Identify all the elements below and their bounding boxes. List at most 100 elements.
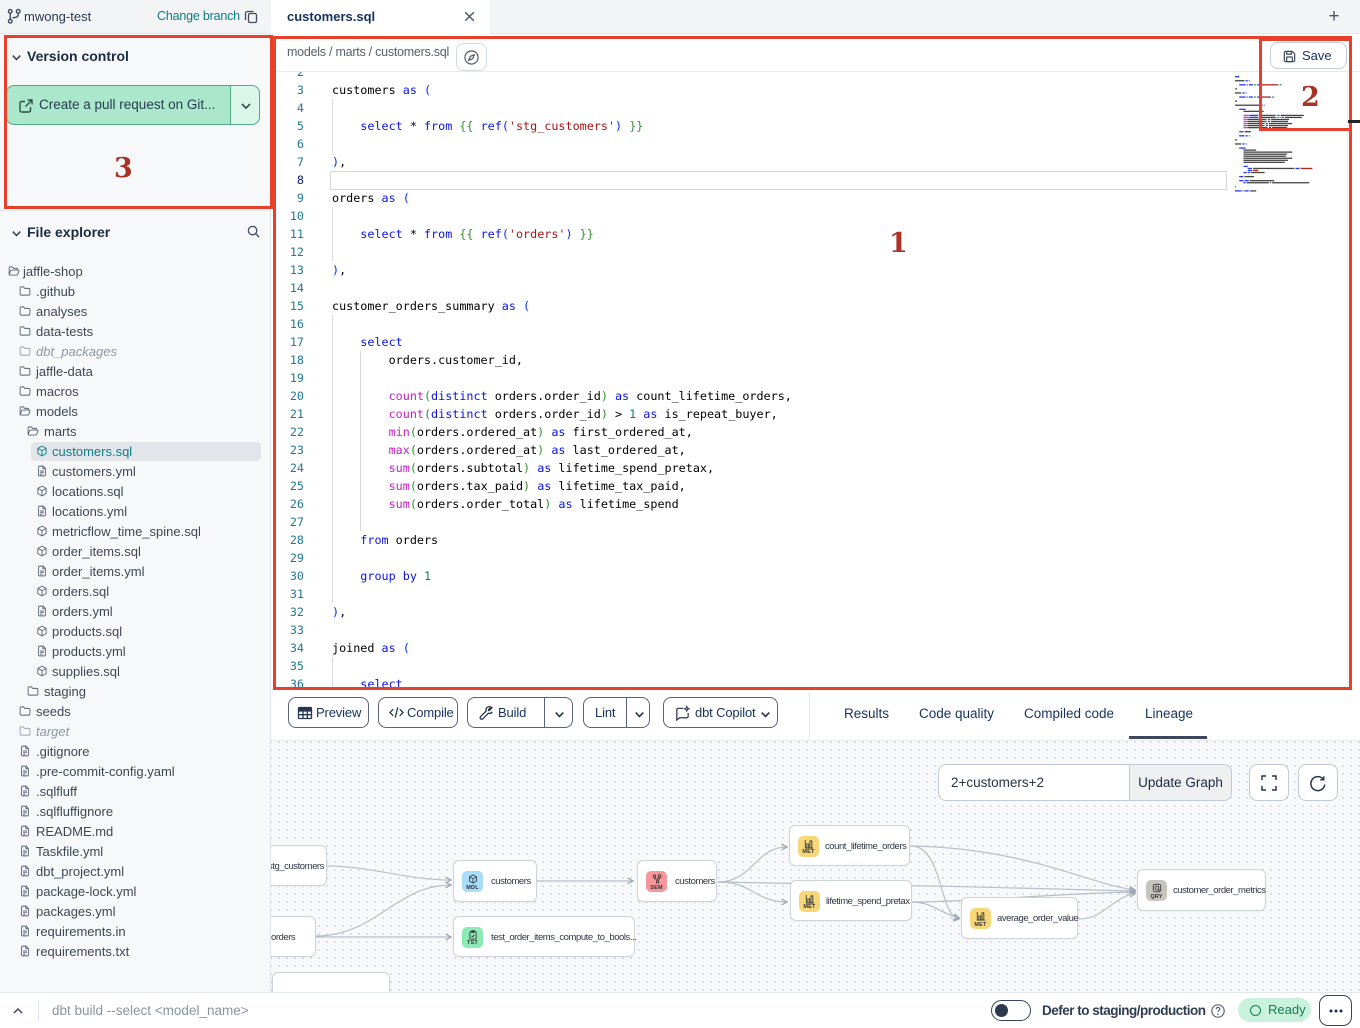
code-editor[interactable]: 1with23customers as (45 select * from {{… bbox=[271, 72, 1360, 690]
lineage-node[interactable]: stg_customers bbox=[271, 845, 327, 886]
file-tree: jaffle-shop.githubanalysesdata-testsdbt_… bbox=[0, 252, 271, 992]
tree-item[interactable]: data-tests bbox=[0, 322, 271, 342]
line-number: 7 bbox=[271, 153, 304, 171]
copy-icon[interactable] bbox=[243, 8, 259, 24]
tree-item[interactable]: requirements.in bbox=[0, 922, 271, 942]
chevron-down-icon[interactable] bbox=[633, 708, 646, 721]
tree-item[interactable]: supplies.sql bbox=[0, 662, 271, 682]
tree-item[interactable]: Taskfile.yml bbox=[0, 842, 271, 862]
tree-item[interactable]: metricflow_time_spine.sql bbox=[0, 522, 271, 542]
lineage-node[interactable]: MDLcustomers bbox=[453, 860, 537, 902]
tree-item[interactable]: locations.yml bbox=[0, 502, 271, 522]
tree-item[interactable]: marts bbox=[0, 422, 271, 442]
toolbar-button-build[interactable]: Build bbox=[467, 697, 573, 728]
dbt-command-input[interactable]: dbt build --select <model_name> bbox=[52, 993, 249, 1028]
ready-dot-icon bbox=[1250, 1005, 1261, 1016]
lineage-panel[interactable]: stg_customersorders MDLcustomers TSTtest_o… bbox=[271, 740, 1360, 992]
help-icon[interactable] bbox=[1210, 1003, 1226, 1019]
tree-item[interactable]: locations.sql bbox=[0, 482, 271, 502]
tree-item[interactable]: .pre-commit-config.yaml bbox=[0, 762, 271, 782]
tree-item[interactable]: .github bbox=[0, 282, 271, 302]
tree-item[interactable]: requirements.txt bbox=[0, 942, 271, 962]
external-link-icon bbox=[18, 98, 34, 114]
change-branch-link[interactable]: Change branch bbox=[157, 0, 240, 33]
lineage-node[interactable]: orders bbox=[271, 916, 316, 957]
update-graph-button[interactable]: Update Graph bbox=[1129, 764, 1232, 801]
tree-item[interactable]: .sqlfluffignore bbox=[0, 802, 271, 822]
wrench-icon bbox=[478, 705, 494, 721]
tree-item[interactable]: package-lock.yml bbox=[0, 882, 271, 902]
tree-item-label: orders.sql bbox=[52, 582, 109, 602]
code-line: max(orders.ordered_at) as last_ordered_a… bbox=[332, 441, 686, 459]
tree-item[interactable]: products.sql bbox=[0, 622, 271, 642]
lineage-search-input[interactable] bbox=[938, 764, 1129, 801]
create-pull-request-button[interactable]: Create a pull request on Git... bbox=[6, 85, 260, 125]
tree-item[interactable]: .gitignore bbox=[0, 742, 271, 762]
tree-item-label: order_items.sql bbox=[52, 542, 141, 562]
tree-item[interactable]: README.md bbox=[0, 822, 271, 842]
toolbar-button-preview[interactable]: Preview bbox=[288, 697, 369, 728]
copilot-icon bbox=[674, 705, 691, 722]
tree-item[interactable]: customers.yml bbox=[0, 462, 271, 482]
close-tab-icon[interactable] bbox=[462, 9, 477, 24]
search-icon[interactable] bbox=[246, 224, 261, 239]
refresh-button[interactable] bbox=[1298, 764, 1338, 801]
defer-toggle[interactable] bbox=[991, 1000, 1031, 1021]
lineage-node[interactable]: METcount_lifetime_orders bbox=[789, 825, 910, 866]
editor-minimap[interactable] bbox=[1235, 76, 1348, 206]
version-control-header[interactable]: Version control bbox=[0, 45, 270, 69]
code-icon bbox=[388, 705, 405, 720]
tree-item[interactable]: products.yml bbox=[0, 642, 271, 662]
tree-item-label: Taskfile.yml bbox=[36, 842, 103, 862]
tree-item[interactable]: customers.sql bbox=[0, 442, 271, 462]
chevron-down-icon[interactable] bbox=[553, 708, 566, 721]
more-options-button[interactable] bbox=[1319, 995, 1352, 1026]
tree-item-label: packages.yml bbox=[36, 902, 115, 922]
file-explorer-header[interactable]: File explorer bbox=[0, 221, 270, 245]
toolbar-button-label: Lint bbox=[595, 698, 615, 727]
new-tab-button[interactable]: + bbox=[1322, 5, 1346, 29]
tree-item[interactable]: staging bbox=[0, 682, 271, 702]
tree-item[interactable]: macros bbox=[0, 382, 271, 402]
panel-tab-compiled-code[interactable]: Compiled code bbox=[1024, 690, 1114, 738]
tree-item[interactable]: order_items.yml bbox=[0, 562, 271, 582]
chevron-up-icon[interactable] bbox=[10, 1003, 26, 1019]
editor-tab-customers-sql[interactable]: customers.sql bbox=[271, 0, 490, 34]
tree-item[interactable]: target bbox=[0, 722, 271, 742]
line-number: 23 bbox=[271, 441, 304, 459]
tree-item[interactable]: jaffle-data bbox=[0, 362, 271, 382]
tree-item[interactable]: dbt_packages bbox=[0, 342, 271, 362]
lineage-node[interactable] bbox=[272, 972, 390, 992]
tree-item[interactable]: dbt_project.yml bbox=[0, 862, 271, 882]
toolbar-button-dbt-copilot[interactable]: dbt Copilot bbox=[663, 697, 778, 728]
folder-icon bbox=[19, 705, 31, 717]
lineage-node[interactable]: SEMcustomers bbox=[637, 860, 717, 902]
tree-item[interactable]: seeds bbox=[0, 702, 271, 722]
lineage-node[interactable]: METlifetime_spend_pretax bbox=[790, 880, 912, 921]
panel-tab-code-quality[interactable]: Code quality bbox=[919, 690, 994, 738]
tree-item[interactable]: order_items.sql bbox=[0, 542, 271, 562]
lineage-node[interactable]: TSTtest_order_items_compute_to_bools... bbox=[453, 916, 635, 957]
fullscreen-button[interactable] bbox=[1249, 764, 1289, 801]
lineage-node[interactable]: QRYcustomer_order_metrics bbox=[1137, 869, 1266, 911]
tree-item[interactable]: analyses bbox=[0, 302, 271, 322]
panel-tab-lineage[interactable]: Lineage bbox=[1145, 690, 1193, 738]
toolbar-button-compile[interactable]: Compile bbox=[378, 697, 458, 728]
lineage-node[interactable]: METaverage_order_value bbox=[961, 897, 1078, 939]
tree-item[interactable]: packages.yml bbox=[0, 902, 271, 922]
panel-tab-results[interactable]: Results bbox=[844, 690, 889, 738]
tree-item[interactable]: models bbox=[0, 402, 271, 422]
toolbar-button-lint[interactable]: Lint bbox=[583, 697, 650, 728]
editor-scrollbar[interactable] bbox=[1347, 72, 1360, 690]
view-docs-button[interactable] bbox=[456, 43, 487, 71]
tree-item[interactable]: jaffle-shop bbox=[0, 262, 271, 282]
tree-item[interactable]: orders.yml bbox=[0, 602, 271, 622]
dbt-ide-app: mwong-test Change branch customers.sql +… bbox=[0, 0, 1360, 1028]
top-bar: mwong-test Change branch customers.sql + bbox=[0, 0, 1360, 34]
save-button[interactable]: Save bbox=[1270, 42, 1347, 69]
line-number: 36 bbox=[271, 675, 304, 690]
tree-item-label: README.md bbox=[36, 822, 113, 842]
tree-item[interactable]: .sqlfluff bbox=[0, 782, 271, 802]
pr-button-dropdown[interactable] bbox=[230, 85, 260, 125]
tree-item[interactable]: orders.sql bbox=[0, 582, 271, 602]
